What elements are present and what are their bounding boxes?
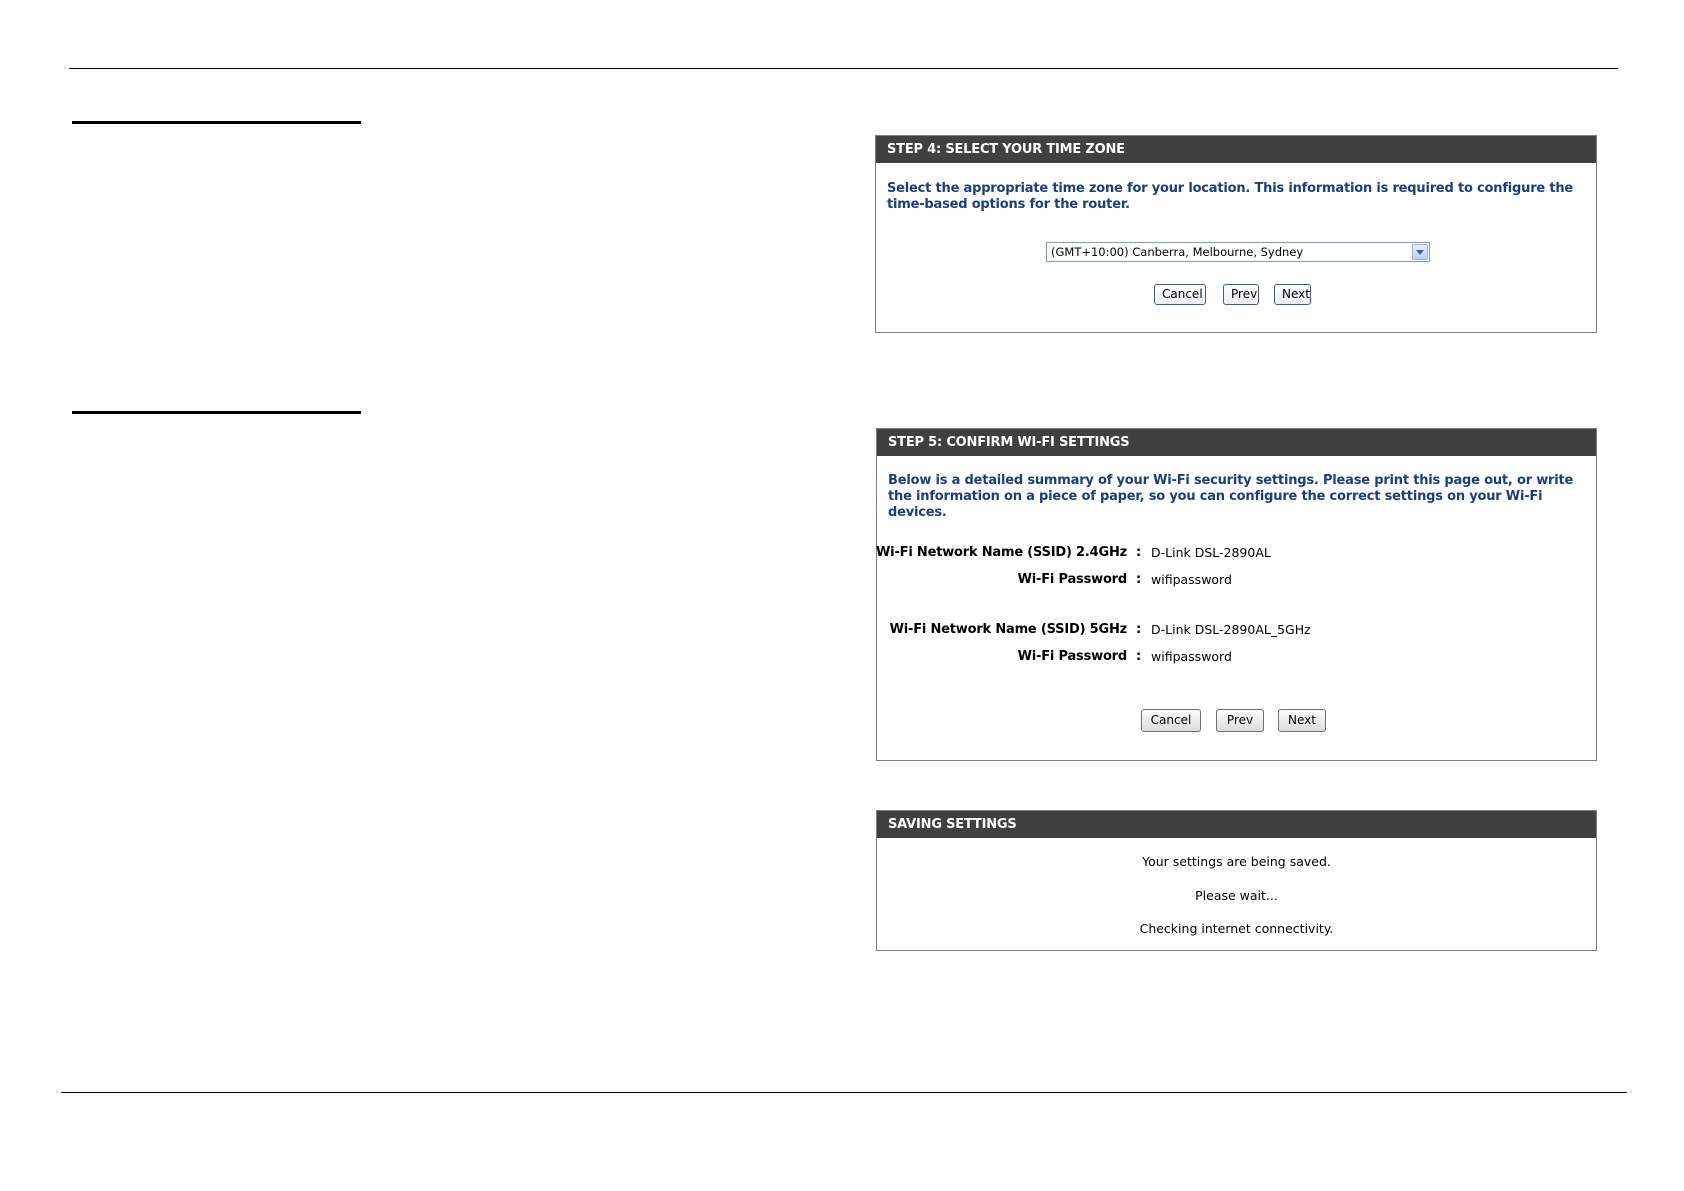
timezone-intro: Select the appropriate time zone for you… <box>887 181 1574 212</box>
password-24ghz-row: Wi-Fi Password : wifipassword <box>877 572 1596 590</box>
cancel-button[interactable]: Cancel <box>1141 709 1201 732</box>
bottom-rule <box>61 1092 1627 1093</box>
ssid-5ghz-row: Wi-Fi Network Name (SSID) 5GHz : D-Link … <box>877 622 1596 640</box>
password-24ghz-value: wifipassword <box>1151 572 1232 587</box>
ssid-5ghz-value: D-Link DSL-2890AL_5GHz <box>1151 622 1311 637</box>
ssid-24ghz-label: Wi-Fi Network Name (SSID) 2.4GHz <box>876 545 1127 560</box>
next-button[interactable]: Next <box>1278 709 1326 732</box>
timezone-select[interactable]: (GMT+10:00) Canberra, Melbourne, Sydney <box>1046 242 1430 262</box>
top-rule <box>69 68 1618 69</box>
wifi-confirm-panel-header: STEP 5: CONFIRM WI-FI SETTINGS <box>877 429 1596 456</box>
password-24ghz-label: Wi-Fi Password <box>1017 572 1128 587</box>
password-5ghz-label: Wi-Fi Password <box>1017 649 1128 664</box>
saving-status-line: Your settings are being saved. <box>1142 854 1331 869</box>
prev-button[interactable]: Prev <box>1216 709 1264 732</box>
wifi-confirm-panel: STEP 5: CONFIRM WI-FI SETTINGS Below is … <box>876 428 1597 761</box>
timezone-panel-header: STEP 4: SELECT YOUR TIME ZONE <box>876 136 1596 163</box>
ssid-24ghz-row: Wi-Fi Network Name (SSID) 2.4GHz : D-Lin… <box>876 545 1596 563</box>
chevron-down-icon[interactable] <box>1412 244 1428 260</box>
prev-button[interactable]: Prev <box>1223 284 1259 305</box>
saving-settings-panel: SAVING SETTINGS Your settings are being … <box>876 810 1597 951</box>
separator: : <box>1136 622 1142 637</box>
timezone-panel: STEP 4: SELECT YOUR TIME ZONE Select the… <box>875 135 1597 333</box>
connectivity-check-line: Checking internet connectivity. <box>1139 921 1334 936</box>
saving-settings-header: SAVING SETTINGS <box>877 811 1596 838</box>
section-underline <box>72 121 361 124</box>
separator: : <box>1136 572 1142 587</box>
password-5ghz-value: wifipassword <box>1151 649 1232 664</box>
timezone-select-value: (GMT+10:00) Canberra, Melbourne, Sydney <box>1051 245 1304 259</box>
password-5ghz-row: Wi-Fi Password : wifipassword <box>877 649 1596 667</box>
wifi-confirm-intro: Below is a detailed summary of your Wi-F… <box>888 473 1574 520</box>
ssid-5ghz-label: Wi-Fi Network Name (SSID) 5GHz <box>889 622 1128 637</box>
section-underline <box>72 411 361 414</box>
separator: : <box>1136 649 1142 664</box>
separator: : <box>1136 545 1142 560</box>
next-button[interactable]: Next <box>1274 284 1311 305</box>
please-wait-line: Please wait... <box>1195 888 1278 903</box>
ssid-24ghz-value: D-Link DSL-2890AL <box>1151 545 1271 560</box>
cancel-button[interactable]: Cancel <box>1154 284 1206 305</box>
